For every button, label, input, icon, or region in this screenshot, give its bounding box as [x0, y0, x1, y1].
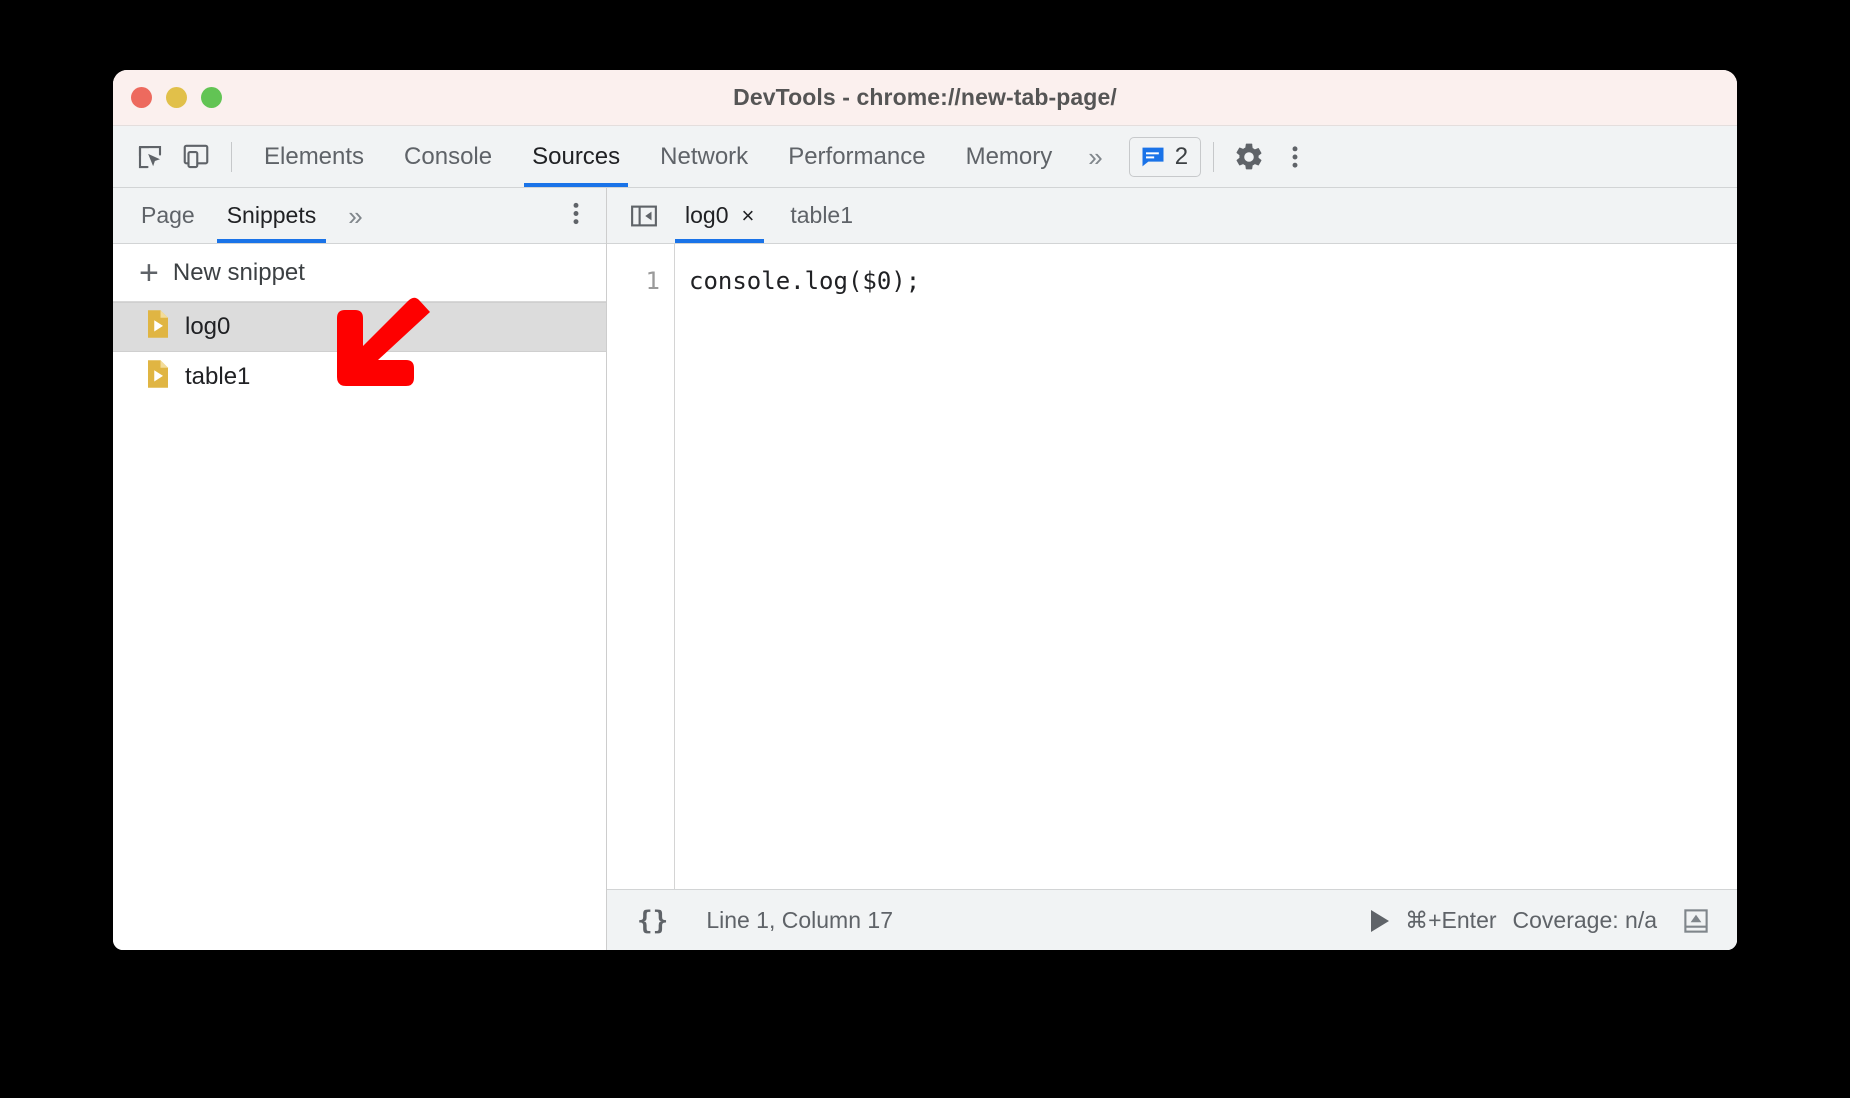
- run-snippet-icon[interactable]: [1371, 909, 1390, 932]
- cursor-position-label: Line 1, Column 17: [706, 907, 893, 933]
- snippet-item-table1[interactable]: table1: [113, 352, 606, 402]
- kebab-menu-icon[interactable]: [1272, 134, 1318, 180]
- window-titlebar: DevTools - chrome://new-tab-page/: [113, 70, 1737, 126]
- minimize-window-button[interactable]: [166, 87, 187, 108]
- snippet-file-icon: [145, 309, 171, 346]
- devtools-main-toolbar: Elements Console Sources Network Perform…: [113, 126, 1737, 188]
- drawer-toggle-icon[interactable]: [1681, 906, 1711, 936]
- tab-elements[interactable]: Elements: [244, 126, 384, 187]
- message-bubble-icon: [1142, 147, 1164, 166]
- window-title: DevTools - chrome://new-tab-page/: [733, 84, 1117, 110]
- pretty-print-button[interactable]: {}: [637, 906, 668, 936]
- navigator-tabbar: Page Snippets »: [113, 188, 606, 244]
- inspect-element-icon[interactable]: [127, 134, 173, 180]
- line-number: 1: [645, 267, 660, 295]
- issues-badge[interactable]: 2: [1128, 136, 1202, 177]
- code-content[interactable]: console.log($0);: [675, 244, 1737, 889]
- tab-console[interactable]: Console: [384, 126, 512, 187]
- snippet-item-log0[interactable]: log0: [113, 302, 606, 352]
- code-editor[interactable]: 1 console.log($0);: [607, 244, 1737, 889]
- close-icon[interactable]: ×: [741, 204, 754, 227]
- more-tabs-chevron-icon[interactable]: »: [1072, 144, 1118, 170]
- run-shortcut-label: ⌘+Enter: [1405, 907, 1497, 933]
- coverage-label: Coverage: n/a: [1512, 907, 1657, 933]
- editor-pane: log0 × table1 1 console.log($0); {} Line…: [607, 188, 1737, 950]
- plus-icon: +: [139, 253, 159, 292]
- line-number-gutter: 1: [607, 244, 675, 889]
- code-line: console.log($0);: [689, 267, 921, 295]
- nav-tab-page[interactable]: Page: [125, 188, 211, 243]
- editor-tab-table1[interactable]: table1: [772, 188, 871, 243]
- navigator-more-tabs-chevron-icon[interactable]: »: [332, 203, 378, 229]
- snippet-label: table1: [185, 363, 251, 390]
- devtools-window: DevTools - chrome://new-tab-page/ Elemen…: [113, 70, 1737, 950]
- tab-network[interactable]: Network: [640, 126, 768, 187]
- sources-panel: Page Snippets » + New snippet log0 table…: [113, 188, 1737, 950]
- editor-tab-label: table1: [790, 202, 854, 228]
- issues-count: 2: [1174, 142, 1189, 170]
- traffic-lights: [131, 87, 222, 108]
- nav-tab-snippets[interactable]: Snippets: [211, 188, 333, 243]
- snippet-file-icon: [145, 359, 171, 396]
- new-snippet-button[interactable]: + New snippet: [113, 244, 606, 302]
- editor-statusbar: {} Line 1, Column 17 ⌘+Enter Coverage: n…: [607, 889, 1737, 950]
- tab-memory[interactable]: Memory: [946, 126, 1073, 187]
- editor-tabbar: log0 × table1: [607, 188, 1737, 244]
- new-snippet-label: New snippet: [172, 258, 305, 286]
- tab-performance[interactable]: Performance: [768, 126, 945, 187]
- tab-sources[interactable]: Sources: [512, 126, 640, 187]
- toolbar-divider-2: [1213, 141, 1215, 172]
- navigator-kebab-menu-icon[interactable]: [562, 199, 590, 232]
- maximize-window-button[interactable]: [201, 87, 222, 108]
- snippet-label: log0: [185, 313, 231, 340]
- editor-tab-log0[interactable]: log0 ×: [667, 188, 772, 243]
- statusbar-right-group: ⌘+Enter Coverage: n/a: [1371, 906, 1711, 936]
- device-toolbar-icon[interactable]: [173, 134, 219, 180]
- close-window-button[interactable]: [131, 87, 152, 108]
- gear-icon[interactable]: [1226, 134, 1272, 180]
- navigator-pane: Page Snippets » + New snippet log0 table…: [113, 188, 607, 950]
- editor-tab-label: log0: [685, 202, 729, 228]
- collapse-navigator-icon[interactable]: [621, 193, 667, 239]
- toolbar-divider: [231, 141, 232, 172]
